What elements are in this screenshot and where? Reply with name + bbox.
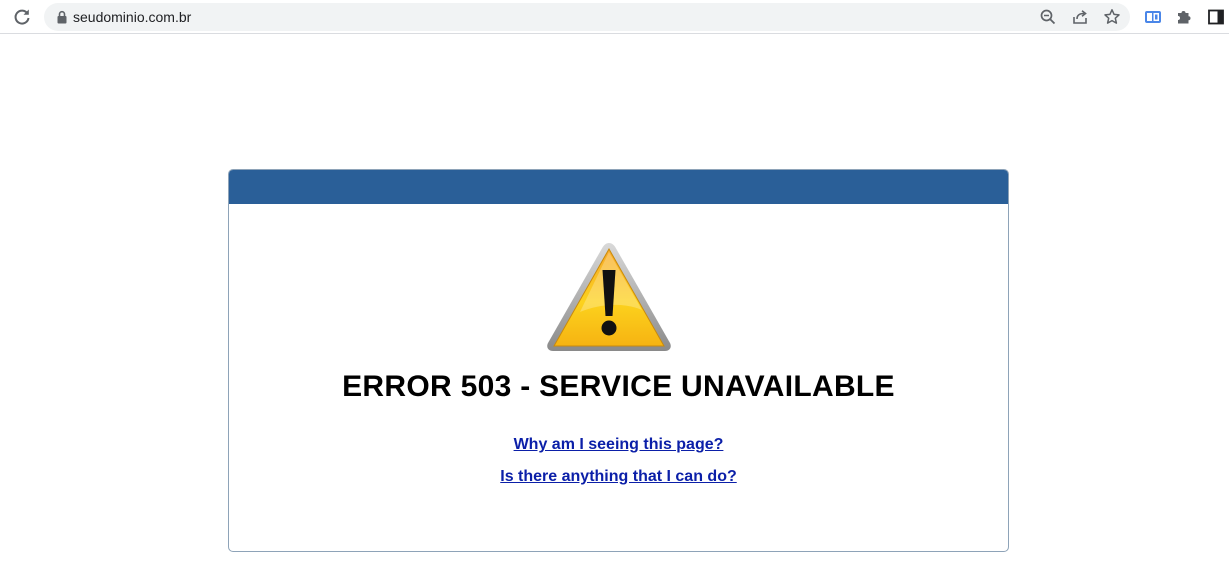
warning-triangle-icon bbox=[547, 243, 671, 351]
reload-icon[interactable] bbox=[12, 7, 32, 27]
side-panel-icon[interactable] bbox=[1207, 8, 1225, 26]
puzzle-icon[interactable] bbox=[1175, 8, 1193, 26]
error-title: ERROR 503 - SERVICE UNAVAILABLE bbox=[342, 370, 895, 403]
star-icon[interactable] bbox=[1103, 8, 1121, 26]
tab-extension-icon[interactable] bbox=[1144, 8, 1162, 26]
lock-icon[interactable] bbox=[56, 10, 68, 24]
browser-toolbar: seudominio.com.br bbox=[0, 0, 1229, 34]
address-bar[interactable]: seudominio.com.br bbox=[44, 3, 1130, 31]
why-seeing-page-link[interactable]: Why am I seeing this page? bbox=[229, 436, 1008, 454]
share-icon[interactable] bbox=[1071, 8, 1089, 26]
what-can-i-do-link[interactable]: Is there anything that I can do? bbox=[229, 468, 1008, 486]
error-panel: ERROR 503 - SERVICE UNAVAILABLE Why am I… bbox=[228, 169, 1009, 552]
panel-header bbox=[229, 170, 1008, 204]
zoom-icon[interactable] bbox=[1039, 8, 1057, 26]
url-text[interactable]: seudominio.com.br bbox=[73, 9, 191, 25]
